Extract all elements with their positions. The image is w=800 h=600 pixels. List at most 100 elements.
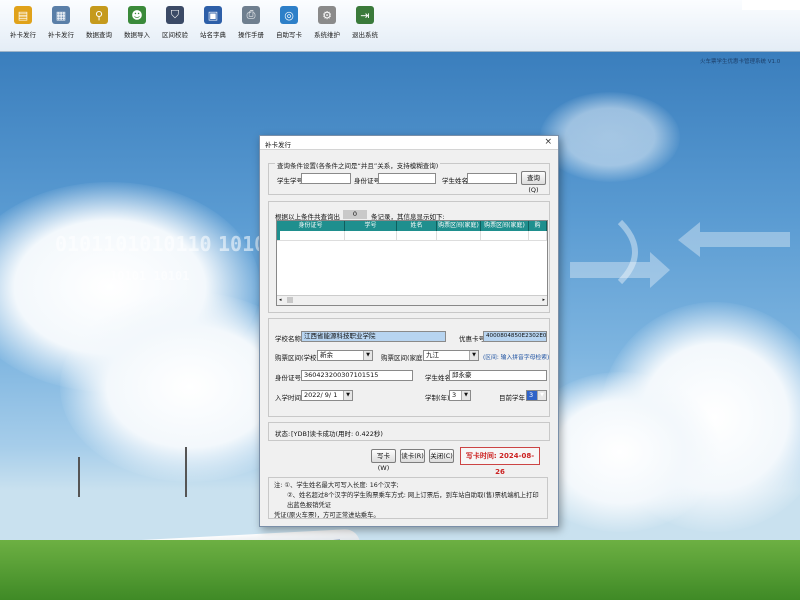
toolbar-label: 区间校验 (162, 31, 188, 39)
to-value: 九江 (426, 351, 439, 359)
chevron-down-icon[interactable]: ▼ (461, 391, 470, 400)
result-count: 0 (343, 210, 367, 219)
horizontal-scrollbar[interactable]: ◂ ▸ (277, 295, 547, 305)
note-line: 凭证(原火车票)，方可正常进站乘车。 (274, 512, 380, 519)
to-select[interactable]: 九江 ▼ (423, 350, 479, 361)
id-field[interactable]: 360423200307101515 (301, 370, 413, 381)
binary-text: 0101101010110 (55, 232, 212, 256)
detail-group: 学校名称 江西省能源科技职业学院 优惠卡号 4000804850E2302E0 … (268, 318, 550, 417)
student-no-label: 学生学号 (277, 177, 303, 185)
write-time-label: 写卡时间: (465, 452, 497, 460)
title-strip (742, 0, 800, 10)
toolbar-label: 自助写卡 (276, 31, 302, 39)
toolbar-item-maintenance[interactable]: ⚙ 系统维护 (308, 0, 346, 48)
toolbar-label: 退出系统 (352, 31, 378, 39)
gear-icon: ⚙ (318, 6, 336, 24)
student-name-label: 学生姓名 (425, 374, 451, 382)
to-label: 购票区间(家庭) (381, 354, 426, 362)
shield-icon: ⛉ (166, 6, 184, 24)
grass-field (0, 540, 800, 600)
column-header[interactable]: 姓名 (397, 221, 437, 231)
result-table[interactable]: 身份证号 学号 姓名 购票区间(家庭) 购票区间(家庭) 购 ◂ ▸ (276, 220, 548, 306)
status-text: [YDB]读卡成功(用时: 0.422秒) (291, 430, 383, 438)
name-input[interactable] (467, 173, 517, 184)
column-header[interactable]: 购 (529, 221, 547, 231)
id-no-label: 身份证号 (354, 177, 380, 185)
note-line: ②、姓名超过8个汉字的学生购票乘车方式: 网上订票后，到车站自助取(售)票机端机… (287, 492, 539, 509)
enroll-date-picker[interactable]: 2022/ 9/ 1 ▼ (301, 390, 353, 401)
student-name-field[interactable]: 邱永豪 (449, 370, 547, 381)
column-header[interactable]: 购票区间(家庭) (437, 221, 481, 231)
scroll-left-icon[interactable]: ◂ (279, 297, 282, 303)
column-header[interactable]: 身份证号 (277, 221, 345, 231)
close-icon[interactable]: × (544, 137, 552, 147)
years-select[interactable]: 3 ▼ (449, 390, 471, 401)
main-toolbar: ▤ 补卡发行 ▦ 补卡发行 ⚲ 数据查询 ☻ 数据导入 ⛉ 区间校验 ▣ 站名字… (0, 0, 800, 52)
exit-icon: ⇥ (356, 6, 374, 24)
scroll-right-icon[interactable]: ▸ (542, 297, 545, 303)
arrow-decor-icon (570, 219, 790, 288)
name-label: 学生姓名 (442, 177, 468, 185)
binary-text: 10101 10101 (110, 269, 190, 283)
book-icon: ▣ (204, 6, 222, 24)
school-field[interactable]: 江西省能源科技职业学院 (301, 331, 446, 342)
chevron-down-icon[interactable]: ▼ (343, 391, 352, 400)
table-header: 身份证号 学号 姓名 购票区间(家庭) 购票区间(家庭) 购 (277, 221, 547, 231)
grade-label: 目前学年 (499, 394, 525, 402)
toolbar-item-station-dict[interactable]: ▣ 站名字典 (194, 0, 232, 48)
from-select[interactable]: 新余 ▼ (317, 350, 373, 361)
toolbar-item-manual[interactable]: ⎙ 操作手册 (232, 0, 270, 48)
search-icon: ⚲ (90, 6, 108, 24)
chevron-down-icon[interactable]: ▼ (469, 351, 478, 360)
toolbar-label: 系统维护 (314, 31, 340, 39)
dialog-titlebar: 补卡发行 × (260, 136, 558, 150)
student-no-input[interactable] (301, 173, 351, 184)
from-value: 新余 (320, 351, 333, 359)
toolbar-item-range-check[interactable]: ⛉ 区间校验 (156, 0, 194, 48)
years-label: 学制(年) (425, 394, 450, 402)
id-no-input[interactable] (378, 173, 436, 184)
toolbar-item-data-query[interactable]: ⚲ 数据查询 (80, 0, 118, 48)
toolbar-item-replace-card[interactable]: ▦ 补卡发行 (42, 0, 80, 48)
dialog-title: 补卡发行 (265, 141, 291, 149)
chevron-down-icon[interactable]: ▼ (537, 391, 546, 400)
toolbar-label: 数据导入 (124, 31, 150, 39)
grade-value: 3 (529, 391, 534, 399)
close-button[interactable]: 关闭(C) (429, 449, 454, 463)
write-card-button[interactable]: 写卡(W) (371, 449, 396, 472)
column-header[interactable]: 学号 (345, 221, 397, 231)
query-group-title: 查询条件设置(各条件之间是“并且”关系，支持模糊查询) (275, 160, 441, 170)
query-button[interactable]: 查询(Q) (521, 171, 546, 194)
toolbar-label: 站名字典 (200, 31, 226, 39)
scroll-thumb[interactable] (287, 297, 293, 303)
read-card-button[interactable]: 读卡(R) (400, 449, 425, 463)
status-label: 状态: (275, 430, 291, 438)
grade-select[interactable]: 3 ▼ (526, 390, 547, 401)
years-value: 3 (452, 391, 457, 399)
new-card-icon: ▤ (14, 6, 32, 24)
users-import-icon: ☻ (128, 6, 146, 24)
toolbar-item-exit[interactable]: ⇥ 退出系统 (346, 0, 384, 48)
note-line: 注: ①、学生姓名最大可写入长度: 16个汉字; (274, 482, 399, 489)
column-header[interactable]: 购票区间(家庭) (481, 221, 529, 231)
pylon (78, 457, 80, 497)
toolbar-item-card-issue[interactable]: ▤ 补卡发行 (4, 0, 42, 48)
toolbar-label: 操作手册 (238, 31, 264, 39)
to-hint: (区间: 输入拼音字母检索) (483, 355, 550, 361)
table-row[interactable] (277, 231, 547, 241)
card-no-field[interactable]: 4000804850E2302E0 (483, 331, 547, 342)
notes-box: 注: ①、学生姓名最大可写入长度: 16个汉字; ②、姓名超过8个汉字的学生购票… (268, 477, 548, 519)
toolbar-item-self-write[interactable]: ◎ 自助写卡 (270, 0, 308, 48)
enroll-label: 入学时间 (275, 394, 301, 402)
pylon (185, 447, 187, 497)
reissue-card-dialog: 补卡发行 × 查询条件设置(各条件之间是“并且”关系，支持模糊查询) 学生学号 … (259, 135, 559, 527)
id-label: 身份证号 (275, 374, 301, 382)
from-label: 购票区间(学校) (275, 354, 320, 362)
school-label: 学校名称 (275, 335, 301, 343)
globe-icon: ◎ (280, 6, 298, 24)
toolbar-label: 补卡发行 (10, 31, 36, 39)
write-time-value: 2024-08-26 (495, 452, 535, 476)
toolbar-item-data-import[interactable]: ☻ 数据导入 (118, 0, 156, 48)
enroll-value: 2022/ 9/ 1 (304, 391, 338, 399)
chevron-down-icon[interactable]: ▼ (363, 351, 372, 360)
